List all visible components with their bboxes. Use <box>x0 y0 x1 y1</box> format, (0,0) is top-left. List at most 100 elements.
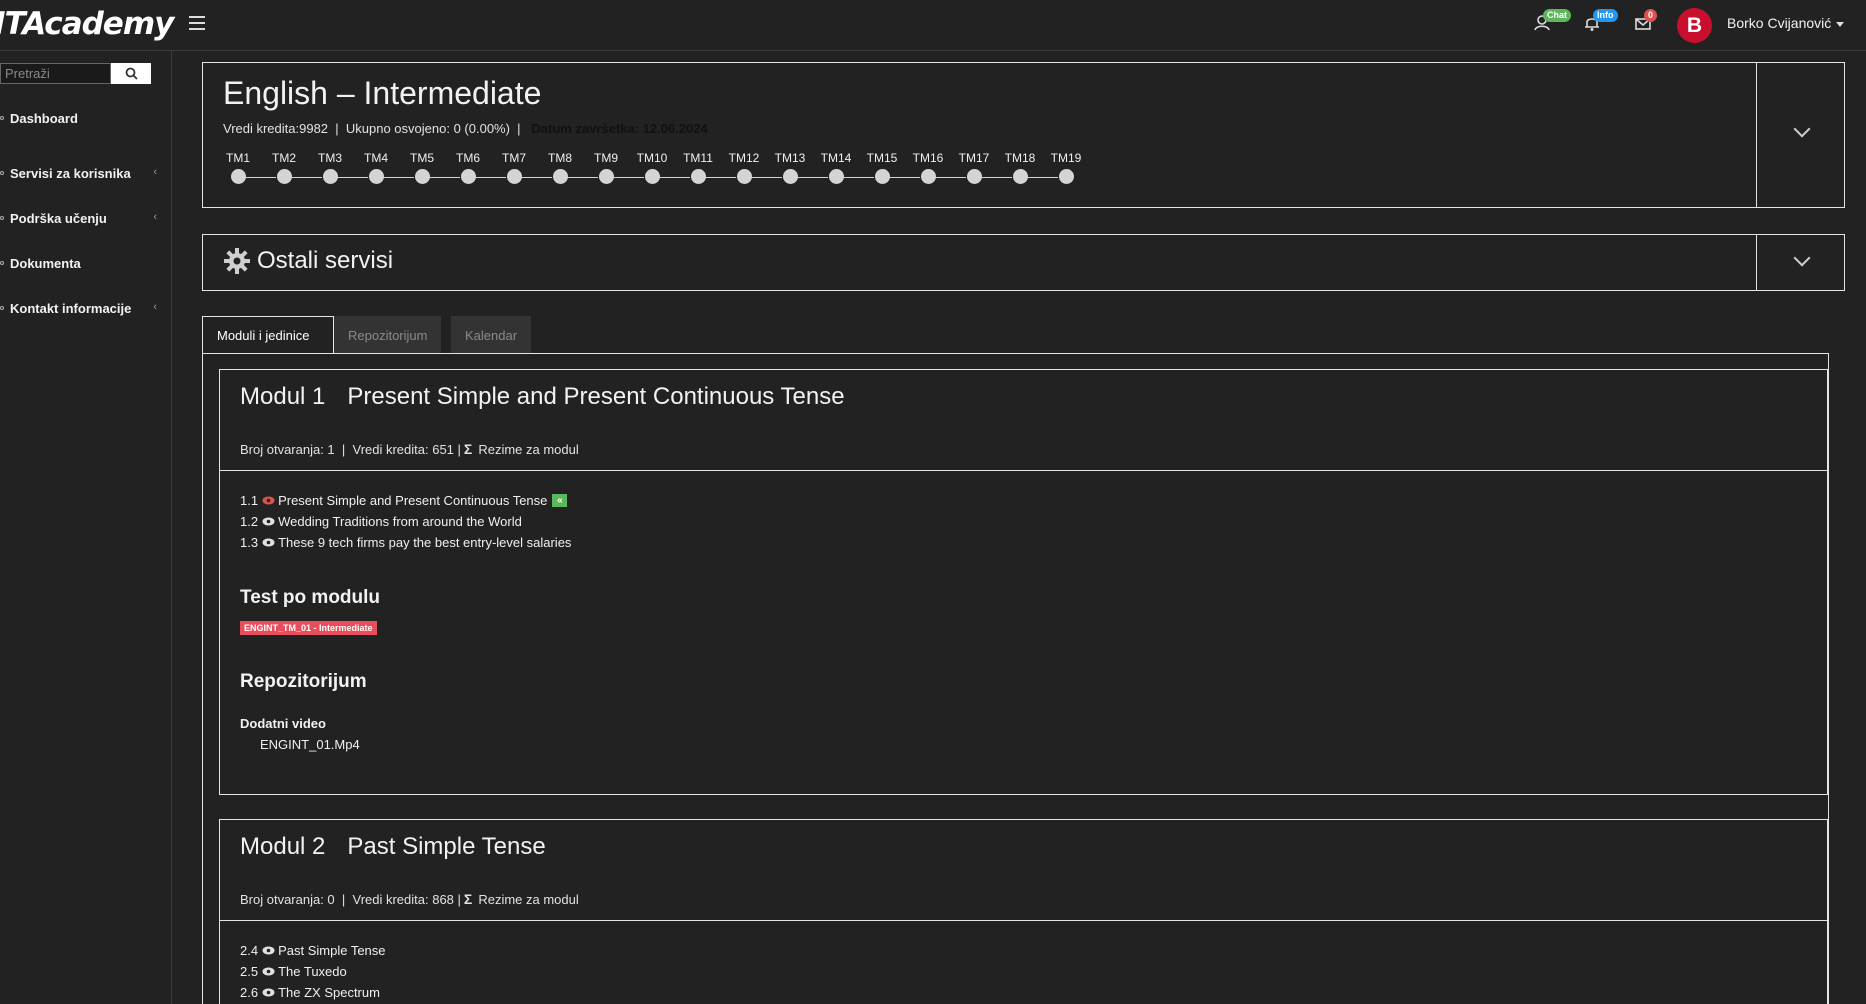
tab-moduli[interactable]: Moduli i jedinice <box>202 316 334 354</box>
repository-heading: Repozitorijum <box>240 671 367 692</box>
milestone-dot[interactable] <box>368 169 384 184</box>
milestone-item[interactable]: TM4 <box>353 151 399 184</box>
module-title: Modul 2 Past Simple Tense <box>240 833 546 860</box>
milestone-label: TM3 <box>318 151 342 165</box>
current-unit-icon: « <box>552 494 568 507</box>
milestone-item[interactable]: TM7 <box>491 151 537 184</box>
bullet-icon <box>0 116 4 120</box>
milestone-item[interactable]: TM15 <box>859 151 905 184</box>
milestone-label: TM17 <box>958 151 990 165</box>
milestone-item[interactable]: TM14 <box>813 151 859 184</box>
milestone-dot[interactable] <box>552 169 568 184</box>
milestone-item[interactable]: TM8 <box>537 151 583 184</box>
chevron-down-icon[interactable] <box>1793 120 1811 138</box>
messages-badge: 0 <box>1644 9 1658 22</box>
sidebar-search-input[interactable] <box>0 63 111 84</box>
user-menu-caret-icon[interactable] <box>1836 22 1844 27</box>
sidebar-item-servisi[interactable]: Servisi za korisnika ‹ <box>0 162 165 184</box>
eye-icon <box>262 988 275 997</box>
app-logo[interactable]: ITAcademy <box>0 6 174 42</box>
search-button[interactable] <box>111 63 151 84</box>
milestone-item[interactable]: TM13 <box>767 151 813 184</box>
test-badge[interactable]: ENGINT_TM_01 - Intermediate <box>240 621 377 635</box>
module-meta: Broj otvaranja: 0 | Vredi kredita: 868 |… <box>240 891 579 907</box>
milestone-dot[interactable] <box>414 169 430 184</box>
eye-icon <box>262 496 275 505</box>
other-services-header[interactable]: Ostali servisi <box>223 247 393 275</box>
milestone-item[interactable]: TM5 <box>399 151 445 184</box>
tab-repozitorijum[interactable]: Repozitorijum <box>334 316 442 354</box>
chevron-down-icon[interactable] <box>1793 249 1811 267</box>
milestone-label: TM4 <box>364 151 388 165</box>
milestone-item[interactable]: TM6 <box>445 151 491 184</box>
sidebar-item-kontakt[interactable]: Kontakt informacije ‹ <box>0 297 165 319</box>
list-item[interactable]: 2.4 Past Simple Tense <box>240 943 386 958</box>
course-earned: Ukupno osvojeno: 0 (0.00%) <box>345 121 510 136</box>
chevron-left-icon: ‹ <box>153 211 157 223</box>
chat-badge: Chat <box>1543 9 1571 22</box>
avatar[interactable]: B <box>1677 8 1712 43</box>
milestone-item[interactable]: TM19 <box>1043 151 1089 184</box>
module-meta: Broj otvaranja: 1 | Vredi kredita: 651 |… <box>240 441 579 457</box>
milestone-dot[interactable] <box>322 169 338 184</box>
milestone-label: TM11 <box>683 151 713 165</box>
list-item[interactable]: 2.6 The ZX Spectrum <box>240 985 380 1000</box>
sidebar-item-dashboard[interactable]: Dashboard <box>0 107 165 129</box>
milestone-label: TM9 <box>594 151 618 165</box>
milestone-label: TM18 <box>1004 151 1036 165</box>
milestone-dot[interactable] <box>966 169 982 184</box>
milestone-dot[interactable] <box>598 169 614 184</box>
milestone-item[interactable]: TM1 <box>215 151 261 184</box>
milestone-label: TM16 <box>912 151 944 165</box>
milestone-item[interactable]: TM2 <box>261 151 307 184</box>
milestone-dot[interactable] <box>782 169 798 184</box>
repository-file-link[interactable]: ENGINT_01.Mp4 <box>260 737 360 752</box>
milestone-item[interactable]: TM10 <box>629 151 675 184</box>
module-summary-link[interactable]: Rezime za modul <box>478 892 578 907</box>
milestone-dot[interactable] <box>828 169 844 184</box>
milestone-dot[interactable] <box>1058 169 1074 184</box>
menu-toggle-button[interactable] <box>189 16 205 30</box>
milestone-item[interactable]: TM17 <box>951 151 997 184</box>
milestone-label: TM1 <box>226 151 250 165</box>
list-item[interactable]: 1.1 Present Simple and Present Continuou… <box>240 493 568 508</box>
milestone-item[interactable]: TM12 <box>721 151 767 184</box>
tab-kalendar[interactable]: Kalendar <box>451 316 532 354</box>
milestone-dot[interactable] <box>690 169 706 184</box>
course-meta: Vredi kredita:9982 | Ukupno osvojeno: 0 … <box>223 121 708 136</box>
course-title: English – Intermediate <box>223 75 542 111</box>
sidebar-item-dokumenta[interactable]: Dokumenta <box>0 252 165 274</box>
test-heading: Test po modulu <box>240 587 381 608</box>
course-credits: Vredi kredita:9982 <box>223 121 329 136</box>
milestone-dot[interactable] <box>1012 169 1028 184</box>
bullet-icon <box>0 261 4 265</box>
module-summary-link[interactable]: Rezime za modul <box>478 442 578 457</box>
sidebar-item-label: Dokumenta <box>10 255 81 271</box>
milestone-dot[interactable] <box>230 169 246 184</box>
search-icon <box>125 67 138 80</box>
other-services-title: Ostali servisi <box>257 247 394 274</box>
milestone-dot[interactable] <box>460 169 476 184</box>
milestone-dot[interactable] <box>920 169 936 184</box>
milestone-label: TM2 <box>272 151 296 165</box>
milestone-item[interactable]: TM9 <box>583 151 629 184</box>
course-panel: English – Intermediate Vredi kredita:998… <box>202 62 1845 208</box>
milestone-item[interactable]: TM3 <box>307 151 353 184</box>
list-item[interactable]: 1.3 These 9 tech firms pay the best entr… <box>240 535 571 550</box>
gear-icon <box>224 248 250 274</box>
user-name[interactable]: Borko Cvijanović <box>1727 15 1831 31</box>
milestone-item[interactable]: TM11 <box>675 151 721 184</box>
list-item[interactable]: 1.2 Wedding Traditions from around the W… <box>240 514 522 529</box>
sidebar-item-podrska[interactable]: Podrška učenju ‹ <box>0 207 165 229</box>
sigma-icon: Σ <box>463 891 473 907</box>
milestone-label: TM10 <box>636 151 668 165</box>
milestone-item[interactable]: TM16 <box>905 151 951 184</box>
list-item[interactable]: 2.5 The Tuxedo <box>240 964 347 979</box>
milestone-dot[interactable] <box>736 169 752 184</box>
milestone-dot[interactable] <box>506 169 522 184</box>
milestone-item[interactable]: TM18 <box>997 151 1043 184</box>
sidebar: Dashboard Servisi za korisnika ‹ Podrška… <box>0 51 172 1004</box>
milestone-dot[interactable] <box>874 169 890 184</box>
milestone-dot[interactable] <box>276 169 292 184</box>
milestone-dot[interactable] <box>644 169 660 184</box>
